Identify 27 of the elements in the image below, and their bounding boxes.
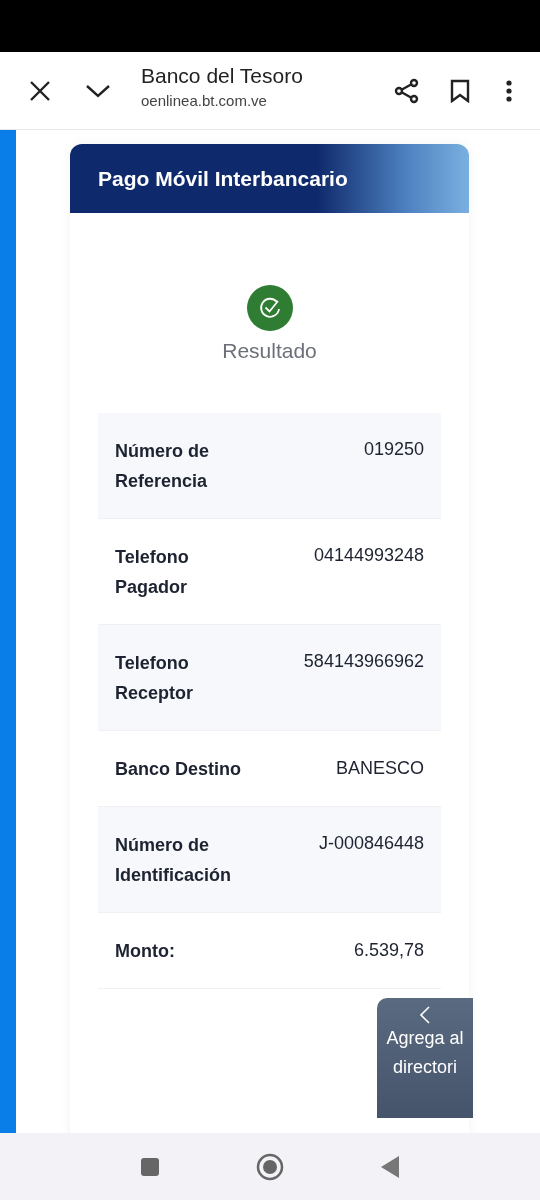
bookmark-icon[interactable] bbox=[450, 78, 470, 103]
more-icon[interactable] bbox=[506, 79, 512, 102]
field-label: Banco Destino bbox=[115, 757, 243, 781]
home-icon[interactable] bbox=[256, 1152, 284, 1181]
field-value: 6.539,78 bbox=[353, 940, 424, 961]
close-icon[interactable] bbox=[29, 79, 51, 102]
share-icon[interactable] bbox=[394, 77, 420, 104]
field-label: Número de Identificación bbox=[115, 833, 232, 887]
page-title: Banco del Tesoro bbox=[141, 64, 304, 88]
field-label: Telefono Receptor bbox=[115, 651, 195, 705]
back-icon[interactable] bbox=[380, 1154, 400, 1179]
card-header: Pago Móvil Interbancario bbox=[70, 144, 469, 213]
add-to-directory-button[interactable]: Agrega al directori bbox=[377, 998, 473, 1118]
chevron-left-icon bbox=[419, 1006, 431, 1024]
field-label: Monto: bbox=[115, 939, 176, 963]
field-value: 04144993248 bbox=[313, 545, 424, 566]
recents-icon[interactable] bbox=[140, 1156, 160, 1177]
check-icon bbox=[246, 285, 293, 331]
field-label: Número de Referencia bbox=[115, 439, 211, 493]
field-value: 584143966962 bbox=[303, 651, 424, 672]
field-value: 019250 bbox=[363, 439, 424, 460]
field-label: Telefono Pagador bbox=[115, 545, 190, 599]
chevron-down-icon[interactable] bbox=[85, 83, 111, 98]
page-url: oenlinea.bt.com.ve bbox=[141, 92, 268, 109]
field-value: J-000846448 bbox=[318, 833, 424, 854]
field-value: BANESCO bbox=[335, 758, 424, 779]
result-label: Resultado bbox=[222, 339, 317, 363]
